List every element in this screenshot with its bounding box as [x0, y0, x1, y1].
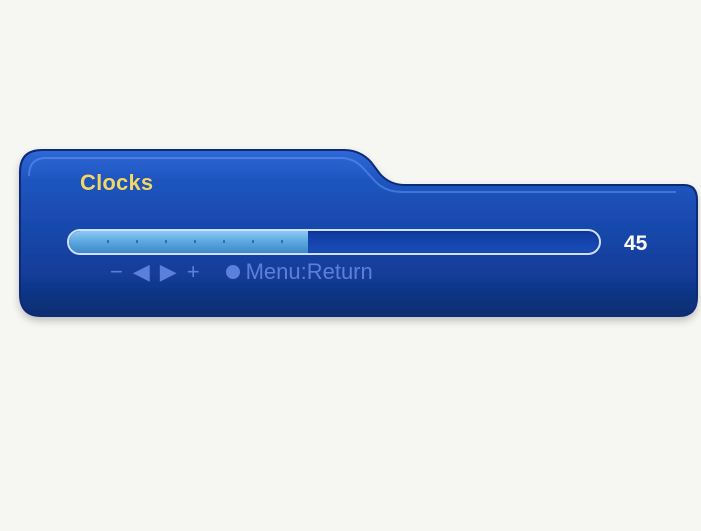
- menu-return-label: Menu:Return: [245, 259, 373, 284]
- increase-button[interactable]: +: [187, 261, 200, 283]
- clock-value: 45: [624, 232, 648, 255]
- clock-slider[interactable]: [67, 229, 601, 255]
- slider-tick: [136, 240, 138, 243]
- slider-tick: [194, 240, 196, 243]
- slider-tick: [107, 240, 109, 243]
- left-arrow-button[interactable]: ◀: [133, 261, 150, 283]
- left-arrow-icon: ◀: [132, 259, 150, 284]
- osd-panel: Clocks 45 − ◀ ▶ + Menu:Return: [0, 0, 701, 531]
- slider-tick: [165, 240, 167, 243]
- slider-tick: [281, 240, 283, 243]
- plus-icon: +: [186, 259, 200, 284]
- minus-icon: −: [110, 259, 123, 284]
- menu-return-button[interactable]: Menu:Return: [225, 259, 373, 285]
- slider-tick: [252, 240, 254, 243]
- right-arrow-button[interactable]: ▶: [160, 261, 177, 283]
- slider-tick: [223, 240, 225, 243]
- osd-controls: − ◀ ▶ + Menu:Return: [110, 259, 373, 285]
- clock-slider-fill: [69, 231, 308, 253]
- decrease-button[interactable]: −: [110, 261, 123, 283]
- menu-dot-icon: [225, 265, 240, 279]
- right-arrow-icon: ▶: [159, 259, 177, 284]
- osd-title: Clocks: [80, 170, 154, 195]
